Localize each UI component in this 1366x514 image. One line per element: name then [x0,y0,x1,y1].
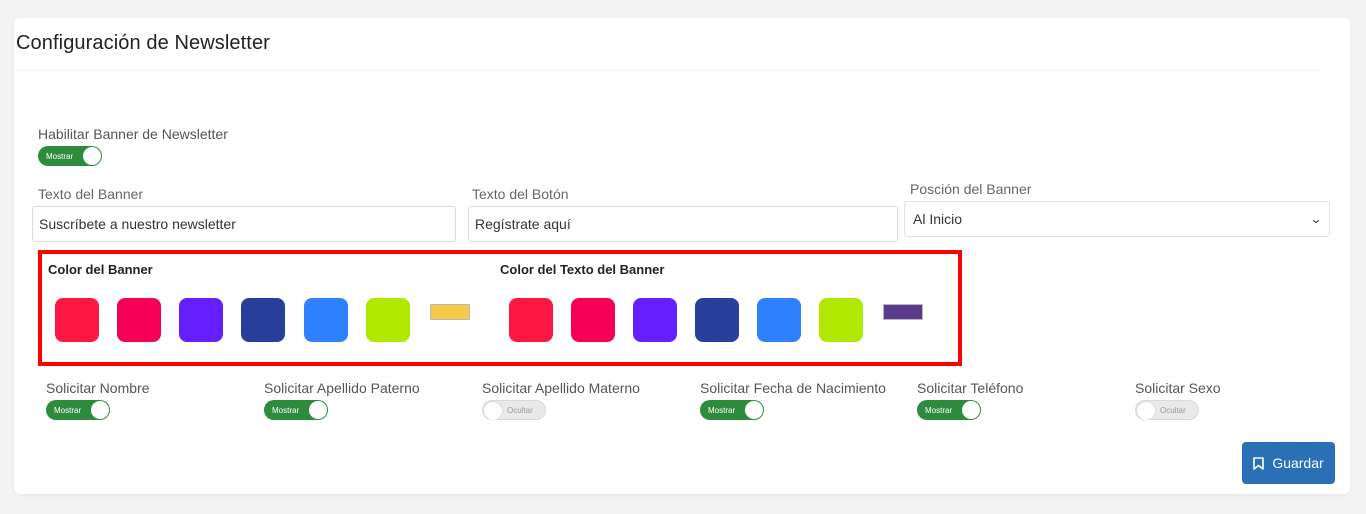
toggle-label: Ocultar [1160,405,1186,415]
enable-banner-toggle[interactable]: Mostrar [38,146,102,166]
banner-text-input[interactable] [32,206,456,242]
request-toggle[interactable]: Mostrar [917,400,981,420]
request-label: Solicitar Teléfono [917,380,1024,396]
bookmark-icon [1253,456,1265,470]
text-color-swatch[interactable] [571,298,615,342]
text-color-swatch[interactable] [509,298,553,342]
request-toggle[interactable]: Ocultar [1135,400,1199,420]
banner-text-color-title: Color del Texto del Banner [500,262,665,277]
banner-color-swatch[interactable] [304,298,348,342]
toggle-label: Mostrar [54,405,82,415]
request-label: Solicitar Sexo [1135,380,1221,396]
text-color-swatch[interactable] [695,298,739,342]
request-toggle[interactable]: Ocultar [482,400,546,420]
toggle-knob [484,402,502,420]
button-text-input[interactable] [468,206,898,242]
request-toggle[interactable]: Mostrar [46,400,110,420]
request-toggle[interactable]: Mostrar [264,400,328,420]
toggle-knob [309,401,327,419]
banner-position-label: Posción del Banner [910,181,1032,197]
text-color-swatch[interactable] [883,304,923,320]
toggle-knob [962,401,980,419]
toggle-knob [91,401,109,419]
enable-banner-label: Habilitar Banner de Newsletter [38,126,228,142]
save-label: Guardar [1272,455,1324,471]
text-color-swatch[interactable] [757,298,801,342]
request-label: Solicitar Apellido Paterno [264,380,420,396]
banner-color-swatch[interactable] [117,298,161,342]
toggle-knob [745,401,763,419]
title-divider [16,70,1320,71]
request-label: Solicitar Fecha de Nacimiento [700,380,886,396]
toggle-label: Mostrar [272,405,300,415]
text-color-swatch[interactable] [633,298,677,342]
save-button[interactable]: Guardar [1242,442,1335,484]
request-label: Solicitar Nombre [46,380,150,396]
text-color-swatch[interactable] [819,298,863,342]
banner-position-value: Al Inicio [913,211,963,227]
banner-color-swatch[interactable] [241,298,285,342]
button-text-label: Texto del Botón [472,186,569,202]
banner-color-swatch[interactable] [366,298,410,342]
toggle-label: Mostrar [708,405,736,415]
banner-color-swatch[interactable] [430,304,470,320]
banner-position-select[interactable]: Al Inicio ⌄ [904,201,1330,237]
toggle-knob [83,147,101,165]
toggle-label: Mostrar [46,151,74,161]
banner-color-title: Color del Banner [48,262,153,277]
toggle-knob [1137,402,1155,420]
request-label: Solicitar Apellido Materno [482,380,640,396]
toggle-label: Ocultar [507,405,533,415]
banner-color-swatch[interactable] [179,298,223,342]
request-toggle[interactable]: Mostrar [700,400,764,420]
banner-color-swatch[interactable] [55,298,99,342]
toggle-label: Mostrar [925,405,953,415]
page-title: Configuración de Newsletter [16,32,270,54]
banner-text-label: Texto del Banner [38,186,144,202]
chevron-down-icon: ⌄ [1309,212,1323,226]
